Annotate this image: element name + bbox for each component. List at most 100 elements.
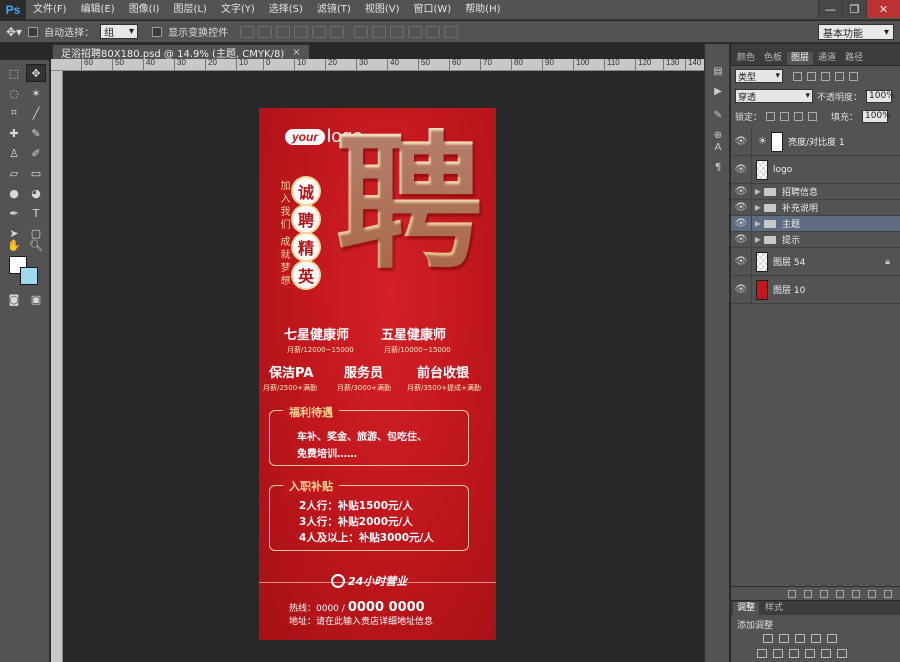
adjustment-filter-icon[interactable] — [807, 71, 816, 81]
lock-pixels-icon[interactable] — [780, 111, 790, 121]
expand-arrow-icon[interactable]: ▶ — [752, 235, 764, 244]
clone-stamp-tool-icon[interactable]: ♙ — [4, 144, 24, 162]
background-color-swatch[interactable] — [20, 267, 38, 285]
layer-row[interactable]: 👁︎ 图层 10 — [731, 276, 900, 304]
close-tab-icon[interactable]: × — [292, 47, 300, 58]
history-icon[interactable]: ▤ — [710, 64, 726, 78]
menu-help[interactable]: 帮助(H) — [458, 0, 507, 20]
color-lookup-icon[interactable] — [837, 649, 847, 658]
actions-icon[interactable]: ▶ — [710, 84, 726, 98]
brush-panel-icon[interactable]: ✎ — [710, 108, 726, 122]
tab-styles[interactable]: 样式 — [761, 602, 787, 615]
hue-saturation-icon[interactable] — [757, 649, 767, 658]
distribute-hcenter-icon[interactable] — [426, 25, 441, 38]
tab-color[interactable]: 颜色 — [733, 52, 759, 65]
black-white-icon[interactable] — [789, 649, 799, 658]
align-right-icon[interactable] — [330, 25, 345, 38]
menu-layer[interactable]: 图层(L) — [166, 0, 213, 20]
lock-position-icon[interactable] — [794, 111, 804, 121]
poster-document[interactable]: your logo 加入我们 成就梦想 聘 诚 聘 精 英 七星健康师 月薪/1… — [259, 108, 496, 640]
show-transform-checkbox[interactable] — [152, 26, 163, 37]
pen-tool-icon[interactable]: ✒ — [4, 204, 24, 222]
eraser-tool-icon[interactable]: ▱ — [4, 164, 24, 182]
menu-edit[interactable]: 编辑(E) — [74, 0, 122, 20]
menu-window[interactable]: 窗口(W) — [406, 0, 458, 20]
layer-group-row[interactable]: 👁︎ ▶ 主题 — [731, 216, 900, 232]
hand-tool-icon[interactable]: ✋ — [4, 236, 24, 254]
color-balance-icon[interactable] — [773, 649, 783, 658]
auto-select-dropdown[interactable]: 组 ▾ — [100, 24, 139, 39]
visibility-eye-icon[interactable]: 👁︎ — [731, 284, 751, 295]
type-filter-icon[interactable] — [821, 71, 830, 81]
photoshop-logo[interactable]: Ps — [0, 0, 26, 20]
tab-channels[interactable]: 通道 — [814, 52, 840, 65]
close-button[interactable]: ✕ — [866, 0, 900, 18]
layer-row[interactable]: 👁︎ logo — [731, 156, 900, 184]
levels-icon[interactable] — [779, 634, 789, 643]
distribute-top-icon[interactable] — [354, 25, 369, 38]
blend-mode-dropdown[interactable]: 穿透 ▾ — [735, 89, 813, 103]
shape-filter-icon[interactable] — [835, 71, 844, 81]
menu-image[interactable]: 图像(I) — [122, 0, 167, 20]
menu-file[interactable]: 文件(F) — [26, 0, 74, 20]
tab-layers[interactable]: 图层 — [787, 52, 814, 65]
workspace-dropdown[interactable]: 基本功能 ▾ — [818, 24, 894, 40]
exposure-icon[interactable] — [811, 634, 821, 643]
menu-filter[interactable]: 滤镜(T) — [310, 0, 358, 20]
link-layers-icon[interactable] — [788, 589, 796, 598]
tab-swatches[interactable]: 色板 — [760, 52, 786, 65]
opacity-input[interactable]: 100% — [866, 89, 895, 103]
move-tool-preset-icon[interactable]: ✥▾ — [6, 25, 22, 39]
lock-transparent-icon[interactable] — [766, 111, 776, 121]
visibility-eye-icon[interactable]: 👁︎ — [731, 218, 751, 229]
channel-mixer-icon[interactable] — [821, 649, 831, 658]
tab-paths[interactable]: 路径 — [841, 52, 867, 65]
move-tool-icon[interactable]: ✥ — [26, 64, 46, 82]
layer-group-row[interactable]: 👁︎ ▶ 补充说明 — [731, 200, 900, 216]
expand-arrow-icon[interactable]: ▶ — [752, 219, 764, 228]
align-bottom-icon[interactable] — [276, 25, 291, 38]
layer-style-icon[interactable] — [804, 589, 812, 598]
pixel-filter-icon[interactable] — [793, 71, 802, 81]
visibility-eye-icon[interactable]: 👁︎ — [731, 256, 751, 267]
photo-filter-icon[interactable] — [805, 649, 815, 658]
magic-wand-tool-icon[interactable]: ✶ — [26, 84, 46, 102]
vibrance-icon[interactable] — [827, 634, 837, 643]
menu-type[interactable]: 文字(Y) — [214, 0, 262, 20]
layer-filter-dropdown[interactable]: 类型 ▾ — [735, 69, 783, 83]
gradient-tool-icon[interactable]: ▭ — [26, 164, 46, 182]
marquee-tool-icon[interactable]: ⬚ — [4, 64, 24, 82]
minimize-button[interactable]: — — [818, 0, 842, 18]
visibility-eye-icon[interactable]: 👁︎ — [731, 136, 751, 147]
align-left-icon[interactable] — [294, 25, 309, 38]
history-brush-tool-icon[interactable]: ✐ — [26, 144, 46, 162]
distribute-bottom-icon[interactable] — [390, 25, 405, 38]
type-tool-icon[interactable]: T — [26, 204, 46, 222]
add-mask-icon[interactable] — [820, 589, 828, 598]
smart-object-filter-icon[interactable] — [849, 71, 858, 81]
lock-all-icon[interactable] — [808, 111, 818, 121]
eyedropper-tool-icon[interactable]: ╱ — [26, 104, 46, 122]
layer-row[interactable]: 👁︎ ☀ 亮度/对比度 1 — [731, 128, 900, 156]
visibility-eye-icon[interactable]: 👁︎ — [731, 202, 751, 213]
layer-row[interactable]: 👁︎ 图层 54 🔒︎ — [731, 248, 900, 276]
menu-view[interactable]: 视图(V) — [358, 0, 407, 20]
dodge-tool-icon[interactable]: ◕ — [26, 184, 46, 202]
distribute-vcenter-icon[interactable] — [372, 25, 387, 38]
expand-arrow-icon[interactable]: ▶ — [752, 187, 764, 196]
visibility-eye-icon[interactable]: 👁︎ — [731, 164, 751, 175]
delete-layer-icon[interactable] — [884, 589, 892, 598]
new-group-icon[interactable] — [852, 589, 860, 598]
document-tab[interactable]: 足浴招聘80X180.psd @ 14.9% (主题, CMYK/8) × — [52, 44, 310, 60]
screen-mode-icon[interactable]: ▣ — [26, 290, 46, 308]
layer-group-row[interactable]: 👁︎ ▶ 提示 — [731, 232, 900, 248]
restore-button[interactable]: ❐ — [842, 0, 866, 18]
align-top-icon[interactable] — [240, 25, 255, 38]
auto-select-checkbox[interactable] — [28, 26, 39, 37]
align-vcenter-icon[interactable] — [258, 25, 273, 38]
brightness-contrast-icon[interactable] — [763, 634, 773, 643]
brush-tool-icon[interactable]: ✎ — [26, 124, 46, 142]
visibility-eye-icon[interactable]: 👁︎ — [731, 186, 751, 197]
quick-mask-icon[interactable]: ◙ — [4, 290, 24, 308]
new-layer-icon[interactable] — [868, 589, 876, 598]
